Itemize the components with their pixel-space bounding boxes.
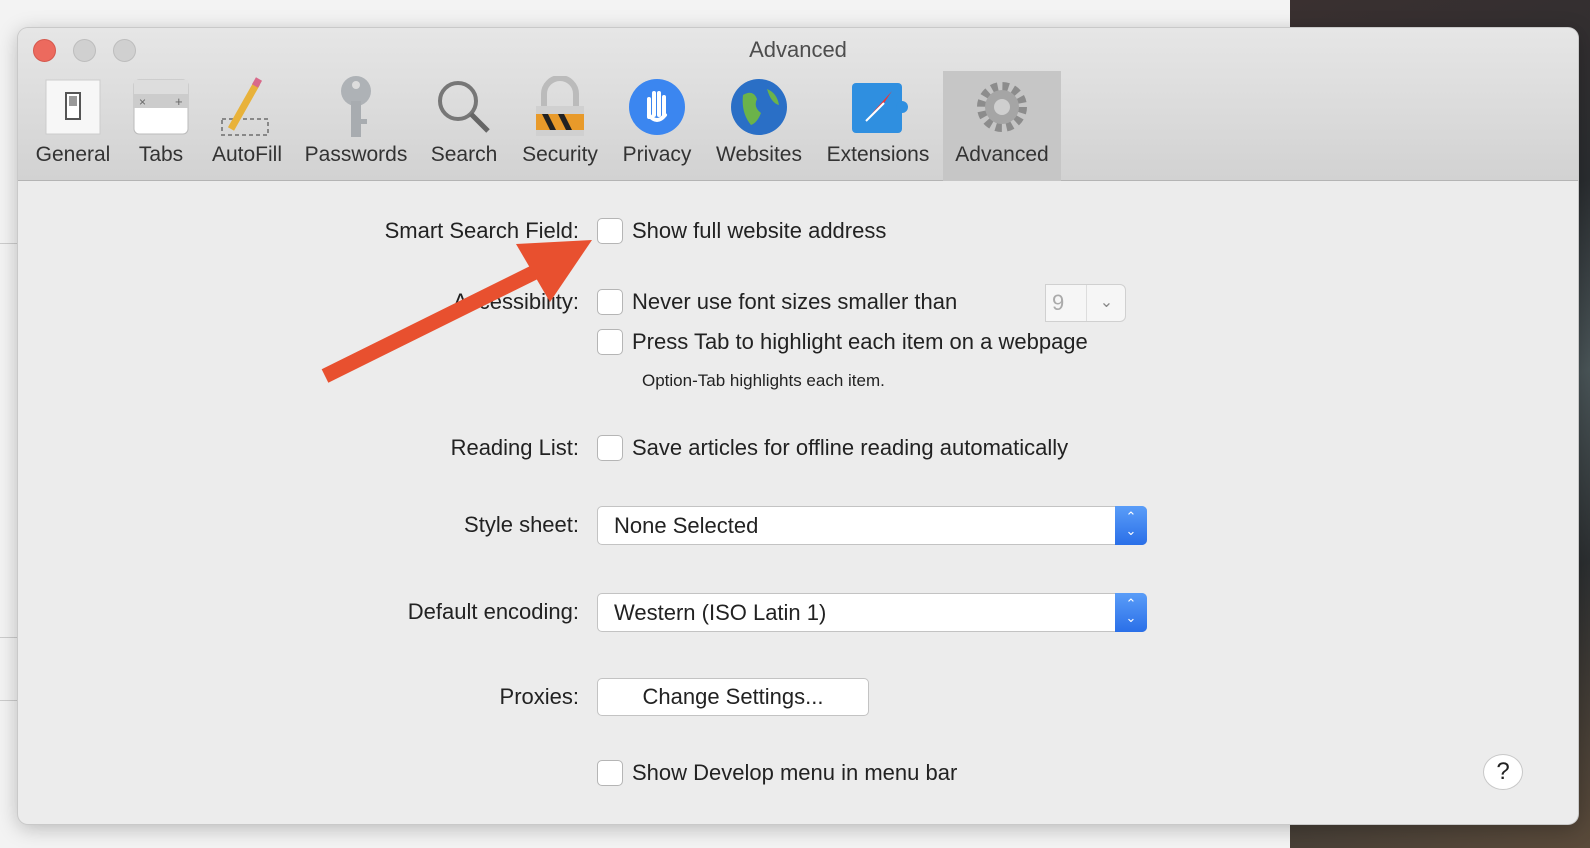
annotation-arrow xyxy=(321,240,592,383)
